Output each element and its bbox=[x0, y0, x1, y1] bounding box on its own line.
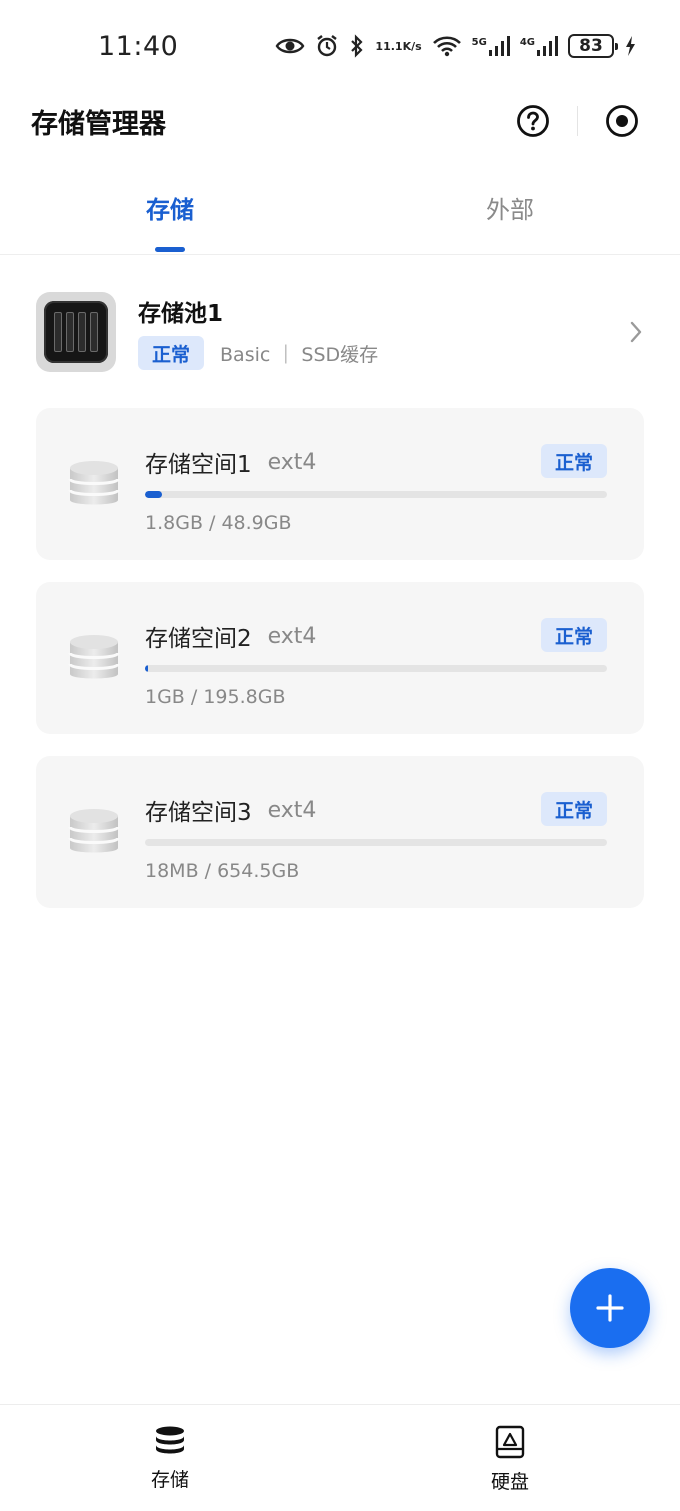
volume-title-row: 存储空间2 ext4 bbox=[145, 618, 607, 654]
plus-icon bbox=[596, 1294, 624, 1322]
nav-label-disk: 硬盘 bbox=[490, 1471, 529, 1493]
alarm-icon bbox=[315, 34, 339, 58]
chevron-right-icon bbox=[624, 320, 648, 344]
status-badge: 正常 bbox=[540, 792, 607, 826]
tab-storage[interactable]: 存储 bbox=[0, 170, 340, 254]
eye-icon bbox=[275, 36, 305, 56]
battery-indicator: 83 bbox=[568, 34, 618, 58]
storage-pool-row[interactable]: 存储池1 正常 Basic ｜ SSD缓存 bbox=[36, 290, 648, 374]
volume-title-row: 存储空间1 ext4 bbox=[145, 444, 607, 480]
usage-progress-bar bbox=[145, 491, 607, 498]
tab-external[interactable]: 外部 bbox=[340, 170, 680, 254]
database-icon bbox=[68, 461, 120, 505]
pool-info: 存储池1 正常 Basic ｜ SSD缓存 bbox=[138, 294, 624, 370]
charging-icon bbox=[624, 35, 636, 57]
drive-bay bbox=[78, 312, 86, 352]
volume-usage: 18MB / 654.5GB bbox=[145, 860, 300, 882]
status-bar: 11:40 11.1 K/s 5G 4G 83 bbox=[0, 0, 680, 92]
nav-item-storage[interactable]: 存储 bbox=[0, 1405, 340, 1511]
nav-item-disk[interactable]: 硬盘 bbox=[340, 1405, 680, 1511]
network-speed: 11.1 K/s bbox=[375, 41, 421, 52]
usage-progress-bar bbox=[145, 665, 607, 672]
volume-name: 存储空间2 bbox=[145, 626, 252, 652]
database-icon bbox=[156, 1426, 184, 1454]
signal-4g-icon: 4G bbox=[520, 35, 558, 57]
volume-filesystem: ext4 bbox=[267, 623, 317, 649]
pool-description: Basic ｜ SSD缓存 bbox=[220, 343, 379, 366]
volume-filesystem: ext4 bbox=[267, 797, 317, 823]
help-icon[interactable] bbox=[513, 101, 553, 141]
database-icon bbox=[68, 809, 120, 853]
volume-card-2[interactable]: 存储空间2 ext4 正常 1GB / 195.8GB bbox=[36, 582, 644, 734]
wifi-icon bbox=[432, 35, 462, 57]
status-badge: 正常 bbox=[540, 444, 607, 478]
net-speed-unit: K/s bbox=[402, 39, 422, 53]
volume-name: 存储空间1 bbox=[145, 452, 252, 478]
status-icons: 11.1 K/s 5G 4G 83 bbox=[275, 34, 636, 58]
drive-bay bbox=[90, 312, 98, 352]
bottom-nav: 存储 硬盘 bbox=[0, 1404, 680, 1511]
status-badge: 正常 bbox=[540, 618, 607, 652]
status-badge: 正常 bbox=[138, 336, 205, 370]
app-header: 存储管理器 bbox=[0, 92, 680, 150]
tab-storage-label: 存储 bbox=[146, 196, 194, 224]
hard-disk-icon bbox=[495, 1425, 525, 1459]
volume-card-1[interactable]: 存储空间1 ext4 正常 1.8GB / 48.9GB bbox=[36, 408, 644, 560]
header-actions bbox=[513, 101, 642, 141]
bluetooth-icon bbox=[349, 34, 365, 58]
volume-filesystem: ext4 bbox=[267, 449, 317, 475]
net-speed-value: 11.1 bbox=[375, 39, 403, 53]
tab-external-label: 外部 bbox=[486, 196, 534, 224]
drive-bay bbox=[54, 312, 62, 352]
signal-5g-icon: 5G bbox=[472, 35, 510, 57]
status-time: 11:40 bbox=[98, 30, 179, 62]
volume-body: 存储空间2 ext4 正常 1GB / 195.8GB bbox=[145, 618, 607, 708]
volume-name: 存储空间3 bbox=[145, 800, 252, 826]
drive-bay bbox=[66, 312, 74, 352]
record-icon[interactable] bbox=[602, 101, 642, 141]
usage-progress-fill bbox=[145, 665, 148, 672]
volume-body: 存储空间3 ext4 正常 18MB / 654.5GB bbox=[145, 792, 607, 882]
page-title: 存储管理器 bbox=[31, 108, 166, 140]
volume-usage: 1.8GB / 48.9GB bbox=[145, 512, 292, 534]
database-icon bbox=[68, 635, 120, 679]
volume-body: 存储空间1 ext4 正常 1.8GB / 48.9GB bbox=[145, 444, 607, 534]
signal1-label: 5G bbox=[471, 37, 487, 48]
header-divider bbox=[577, 106, 578, 136]
pool-name: 存储池1 bbox=[138, 301, 224, 327]
volume-title-row: 存储空间3 ext4 bbox=[145, 792, 607, 828]
volume-usage: 1GB / 195.8GB bbox=[145, 686, 286, 708]
storage-manager-screen: 11:40 11.1 K/s 5G 4G 83 存储管理器 存储 外部 存储池1… bbox=[0, 0, 680, 1511]
usage-progress-fill bbox=[145, 491, 163, 498]
nav-label-storage: 存储 bbox=[150, 1469, 189, 1491]
tab-active-indicator bbox=[155, 247, 185, 252]
nas-icon-front bbox=[44, 301, 108, 363]
nas-icon bbox=[36, 292, 116, 372]
add-button[interactable] bbox=[570, 1268, 650, 1348]
tab-bar: 存储 外部 bbox=[0, 170, 680, 255]
usage-progress-bar bbox=[145, 839, 607, 846]
signal2-label: 4G bbox=[519, 37, 535, 48]
pool-meta: 正常 Basic ｜ SSD缓存 bbox=[138, 336, 624, 370]
volume-card-3[interactable]: 存储空间3 ext4 正常 18MB / 654.5GB bbox=[36, 756, 644, 908]
